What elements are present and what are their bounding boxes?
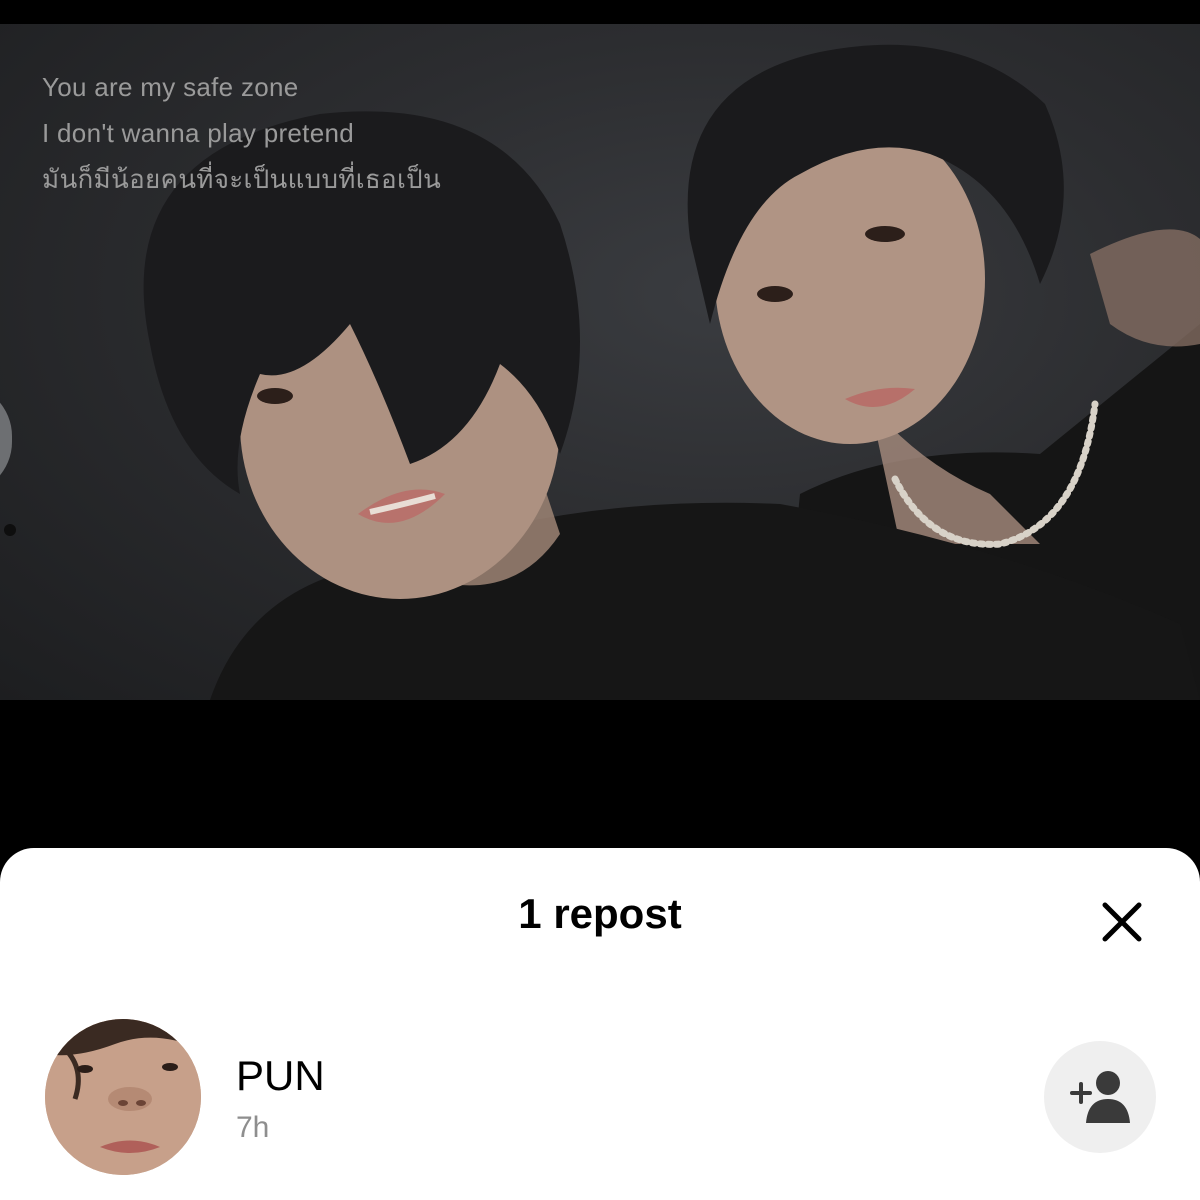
close-icon bbox=[1102, 902, 1142, 942]
list-item[interactable]: PUN 7h bbox=[0, 1016, 1200, 1186]
avatar[interactable] bbox=[45, 1019, 201, 1175]
sheet-title: 1 repost bbox=[518, 890, 682, 937]
reposts-sheet: 1 repost PUN 7h bbox=[0, 848, 1200, 1200]
lyric-line-2: I don't wanna play pretend bbox=[42, 118, 354, 148]
username[interactable]: PUN bbox=[236, 1052, 325, 1100]
indicator-dot bbox=[4, 524, 16, 536]
add-user-icon bbox=[1070, 1071, 1130, 1123]
lyric-line-3: มันก็มีน้อยคนที่จะเป็นแบบที่เธอเป็น bbox=[42, 164, 442, 194]
lyrics-overlay: You are my safe zone I don't wanna play … bbox=[42, 64, 441, 202]
follow-button[interactable] bbox=[1044, 1041, 1156, 1153]
lyric-line-1: You are my safe zone bbox=[42, 72, 299, 102]
video-player[interactable]: You are my safe zone I don't wanna play … bbox=[0, 24, 1200, 700]
close-button[interactable] bbox=[1096, 896, 1148, 948]
timestamp: 7h bbox=[236, 1111, 270, 1144]
